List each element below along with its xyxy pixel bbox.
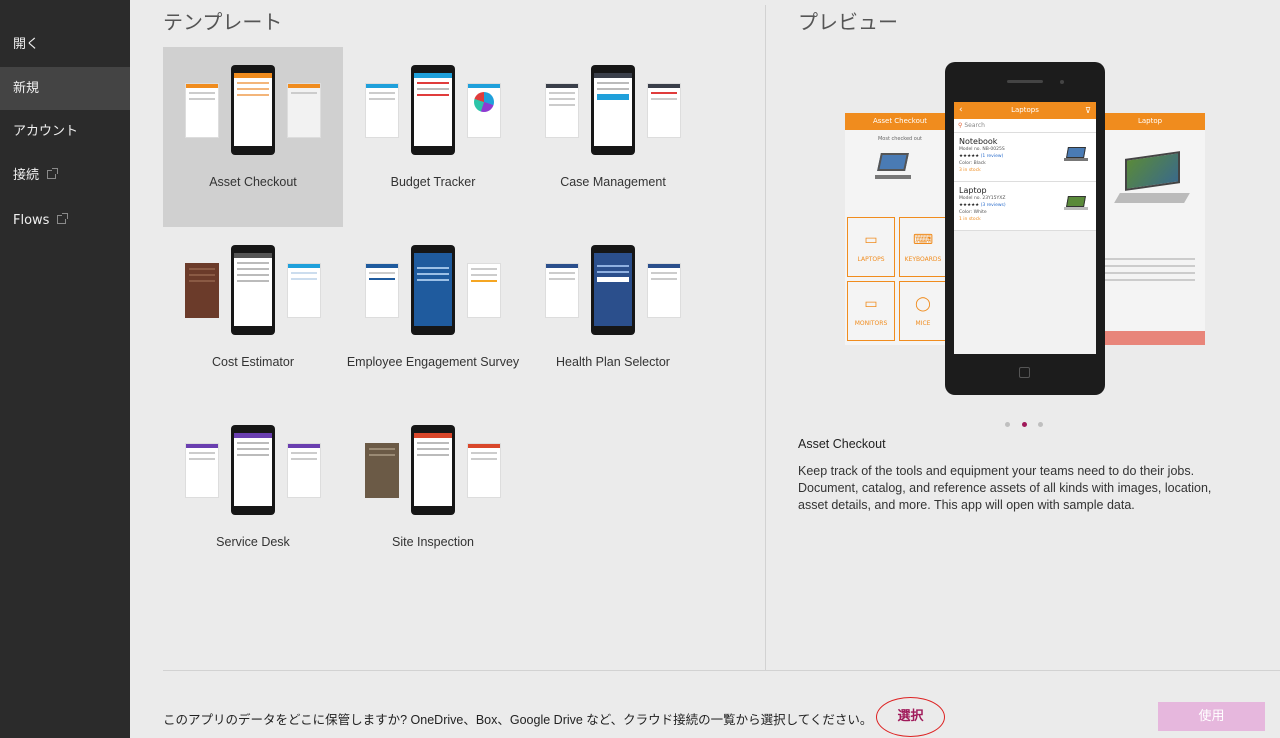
template-cost-estimator[interactable]: Cost Estimator (163, 227, 343, 407)
template-thumbnail (185, 65, 321, 155)
template-label: Cost Estimator (212, 355, 294, 369)
template-label: Case Management (560, 175, 666, 189)
template-employee-engagement-survey[interactable]: Employee Engagement Survey (343, 227, 523, 407)
horizontal-divider (163, 670, 1280, 671)
sidebar-item-open[interactable]: 開く (0, 23, 130, 66)
preview-carousel: Asset Checkout Most checked out ▭ LAPTOPS… (845, 60, 1205, 395)
checkout-bar (1095, 331, 1205, 345)
back-icon: ‹ (959, 105, 963, 115)
external-link-icon (57, 213, 69, 224)
template-health-plan-selector[interactable]: Health Plan Selector (523, 227, 703, 407)
laptop-image (1125, 151, 1180, 191)
sidebar: 開く 新規 アカウント 接続 Flows (0, 0, 130, 738)
preview-right-screen: Laptop (1095, 113, 1205, 345)
search-icon: ⚲ (958, 122, 963, 129)
template-label: Budget Tracker (390, 175, 476, 189)
template-thumbnail (365, 245, 501, 335)
carousel-dot[interactable] (1005, 422, 1010, 427)
category-tile-mice: ◯ MICE (899, 281, 947, 341)
sidebar-item-connections[interactable]: 接続 (0, 154, 130, 197)
carousel-dot[interactable] (1038, 422, 1043, 427)
template-label: Asset Checkout (209, 175, 297, 189)
category-tile-keyboards: ⌨ KEYBOARDS (899, 217, 947, 277)
template-asset-checkout[interactable]: Asset Checkout (163, 47, 343, 227)
filter-icon: ⊽ (1085, 106, 1091, 115)
template-budget-tracker[interactable]: Budget Tracker (343, 47, 523, 227)
select-link[interactable]: 選択 (876, 697, 945, 737)
preview-left-screen: Asset Checkout Most checked out ▭ LAPTOPS… (845, 113, 955, 345)
template-label: Service Desk (216, 535, 290, 549)
external-link-icon (47, 168, 59, 179)
template-thumbnail (365, 65, 501, 155)
category-tile-monitors: ▭ MONITORS (847, 281, 895, 341)
list-item: Laptop Model no. 23Y15YXZ ★★★★★ (3 revie… (954, 182, 1096, 231)
use-button[interactable]: 使用 (1158, 702, 1265, 731)
template-thumbnail (185, 425, 321, 515)
laptop-image (877, 153, 909, 171)
template-thumbnail (545, 65, 681, 155)
storage-question: このアプリのデータをどこに保管しますか? OneDrive、Box、Google… (163, 713, 873, 727)
template-thumbnail (545, 245, 681, 335)
preview-phone: ‹ Laptops ⊽ ⚲ Search Notebook Model no. … (945, 62, 1105, 395)
sidebar-item-flows[interactable]: Flows (0, 199, 130, 242)
vertical-divider (765, 5, 766, 670)
template-service-desk[interactable]: Service Desk (163, 407, 343, 587)
laptop-image (1064, 147, 1088, 161)
carousel-dot-active[interactable] (1022, 422, 1027, 427)
template-thumbnail (365, 425, 501, 515)
home-button (1019, 367, 1030, 378)
template-thumbnail (185, 245, 321, 335)
templates-heading: テンプレート (163, 10, 283, 34)
template-label: Site Inspection (392, 535, 474, 549)
preview-app-name: Asset Checkout (798, 437, 886, 451)
laptop-image (1064, 196, 1088, 210)
template-label: Employee Engagement Survey (346, 355, 520, 369)
sidebar-item-new[interactable]: 新規 (0, 67, 130, 110)
template-label: Health Plan Selector (556, 355, 670, 369)
sidebar-item-account[interactable]: アカウント (0, 110, 130, 153)
template-case-management[interactable]: Case Management (523, 47, 703, 227)
preview-description: Keep track of the tools and equipment yo… (798, 464, 1212, 512)
template-site-inspection[interactable]: Site Inspection (343, 407, 523, 587)
list-item: Notebook Model no. NB-0025S ★★★★★ (1 rev… (954, 133, 1096, 182)
search-field: ⚲ Search (954, 119, 1096, 133)
category-tile-laptops: ▭ LAPTOPS (847, 217, 895, 277)
preview-heading: プレビュー (798, 10, 898, 34)
